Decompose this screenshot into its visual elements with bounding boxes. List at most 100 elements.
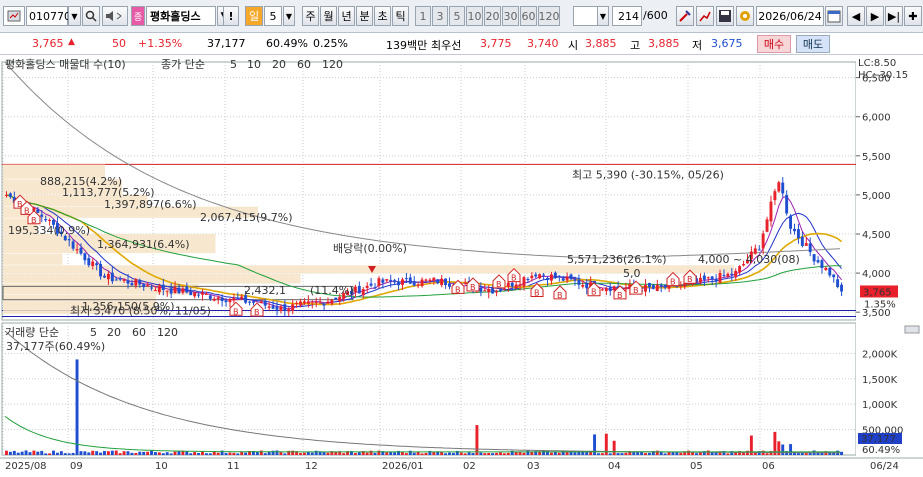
tab-period-0[interactable]: 주: [302, 6, 319, 26]
code-dropdown-icon[interactable]: ▼: [68, 6, 81, 26]
nav-right-icon[interactable]: ▶: [866, 6, 884, 26]
stock-chart[interactable]: 6,5006,0005,5005,0004,5004,0003,5002,000…: [0, 56, 923, 477]
tool-icon[interactable]: [676, 6, 694, 26]
candle-body: [483, 290, 487, 292]
period-dropdown-icon[interactable]: ▼: [283, 6, 295, 26]
volume-bar: [16, 452, 20, 455]
candle-body: [463, 282, 467, 284]
candle-body: [283, 304, 287, 311]
volume-bar: [118, 453, 122, 455]
date-field[interactable]: 2026/06/24: [756, 6, 824, 26]
tab-period-5[interactable]: 틱: [392, 6, 409, 26]
volume-bar: [103, 451, 106, 455]
tab-interval-1[interactable]: 1: [415, 6, 431, 26]
volume-bar: [283, 453, 287, 455]
buy-signal-label: B: [591, 288, 597, 297]
alert-button[interactable]: !: [223, 6, 239, 26]
chart-type-icon[interactable]: [696, 6, 714, 26]
candle-body: [228, 299, 232, 303]
volume-bar: [20, 451, 24, 455]
buy-signal-label: B: [470, 283, 476, 292]
sell-button[interactable]: 매도: [796, 35, 830, 53]
price-change: 50: [112, 37, 126, 50]
tab-interval-5[interactable]: 5: [449, 6, 465, 26]
tab-period-1[interactable]: 월: [320, 6, 337, 26]
buy-button[interactable]: 매수: [757, 35, 791, 53]
candle-body: [526, 278, 530, 281]
calendar-icon[interactable]: [825, 6, 843, 26]
tab-interval-30[interactable]: 30: [502, 6, 519, 26]
tab-interval-20[interactable]: 20: [484, 6, 501, 26]
volume-bar: [600, 453, 604, 455]
candle-body: [169, 288, 173, 294]
x-tick-label: 09: [70, 461, 83, 472]
candle-body: [542, 274, 546, 276]
volume-bar: [620, 453, 624, 455]
volume-profile-bar: [3, 253, 63, 265]
candle-body: [808, 243, 812, 253]
period-num-field[interactable]: 5: [264, 6, 282, 26]
volume-bar: [616, 453, 620, 455]
nav-left-icon[interactable]: ◀: [847, 6, 865, 26]
candle-body: [8, 193, 12, 197]
tab-interval-60[interactable]: 60: [520, 6, 537, 26]
buy-signal-label: B: [496, 280, 502, 289]
candle-body: [330, 299, 334, 304]
candle-body: [263, 301, 267, 306]
candle-body: [40, 214, 44, 217]
candle-body: [173, 286, 177, 294]
candle-body: [36, 209, 40, 213]
tab-interval-10[interactable]: 10: [466, 6, 483, 26]
save-icon[interactable]: [716, 6, 734, 26]
candle-body: [377, 278, 381, 286]
volume-bar: [244, 452, 248, 455]
tab-interval-3[interactable]: 3: [432, 6, 448, 26]
volume-bar: [451, 452, 455, 455]
candle-body: [655, 284, 659, 292]
candle-body: [122, 279, 126, 281]
tab-period-2[interactable]: 년: [338, 6, 355, 26]
candle-body: [71, 241, 75, 249]
candle-body: [400, 279, 404, 285]
speaker-icon[interactable]: [102, 6, 128, 26]
nav-end-icon[interactable]: ▶|: [885, 6, 903, 26]
count-field[interactable]: 214: [612, 6, 642, 26]
candle-body: [440, 278, 444, 286]
tab-period-4[interactable]: 초: [374, 6, 391, 26]
settings-gear-icon[interactable]: [736, 6, 754, 26]
volume-bar: [357, 452, 361, 455]
panel-divider-handle: [904, 325, 920, 334]
candle-body: [824, 267, 828, 271]
period-day-button[interactable]: 일: [245, 6, 263, 26]
blank-dropdown-icon[interactable]: ▼: [597, 6, 609, 26]
candle-body: [444, 278, 448, 286]
candle-body: [828, 267, 832, 276]
stock-code-input[interactable]: 010770: [26, 6, 71, 26]
expand-icon[interactable]: ✚: [904, 6, 922, 26]
candle-body: [420, 279, 424, 287]
candle-body: [644, 284, 647, 292]
volume-bar: [36, 451, 40, 455]
buy-signal-label: B: [254, 308, 260, 317]
volume-bar: [385, 452, 389, 455]
candle-body: [369, 283, 373, 286]
candle-body: [232, 297, 236, 301]
candle-body: [318, 302, 322, 304]
volume-bar: [87, 452, 91, 455]
volume-bar: [495, 452, 498, 455]
volume-bar: [91, 450, 95, 455]
candle-body: [118, 278, 122, 280]
search-icon[interactable]: [82, 6, 100, 26]
volume-bar: [420, 453, 424, 455]
volume-bar: [475, 425, 479, 455]
candle-body: [789, 215, 793, 229]
candle-body: [836, 279, 840, 288]
volume-bar: [169, 453, 173, 455]
tab-period-3[interactable]: 분: [356, 6, 373, 26]
volume-bar: [789, 444, 793, 455]
stock-type-icon[interactable]: [3, 6, 25, 26]
volume-bar: [157, 452, 161, 455]
candle-body: [353, 286, 357, 292]
candle-body: [177, 287, 181, 294]
tab-interval-120[interactable]: 120: [538, 6, 560, 26]
